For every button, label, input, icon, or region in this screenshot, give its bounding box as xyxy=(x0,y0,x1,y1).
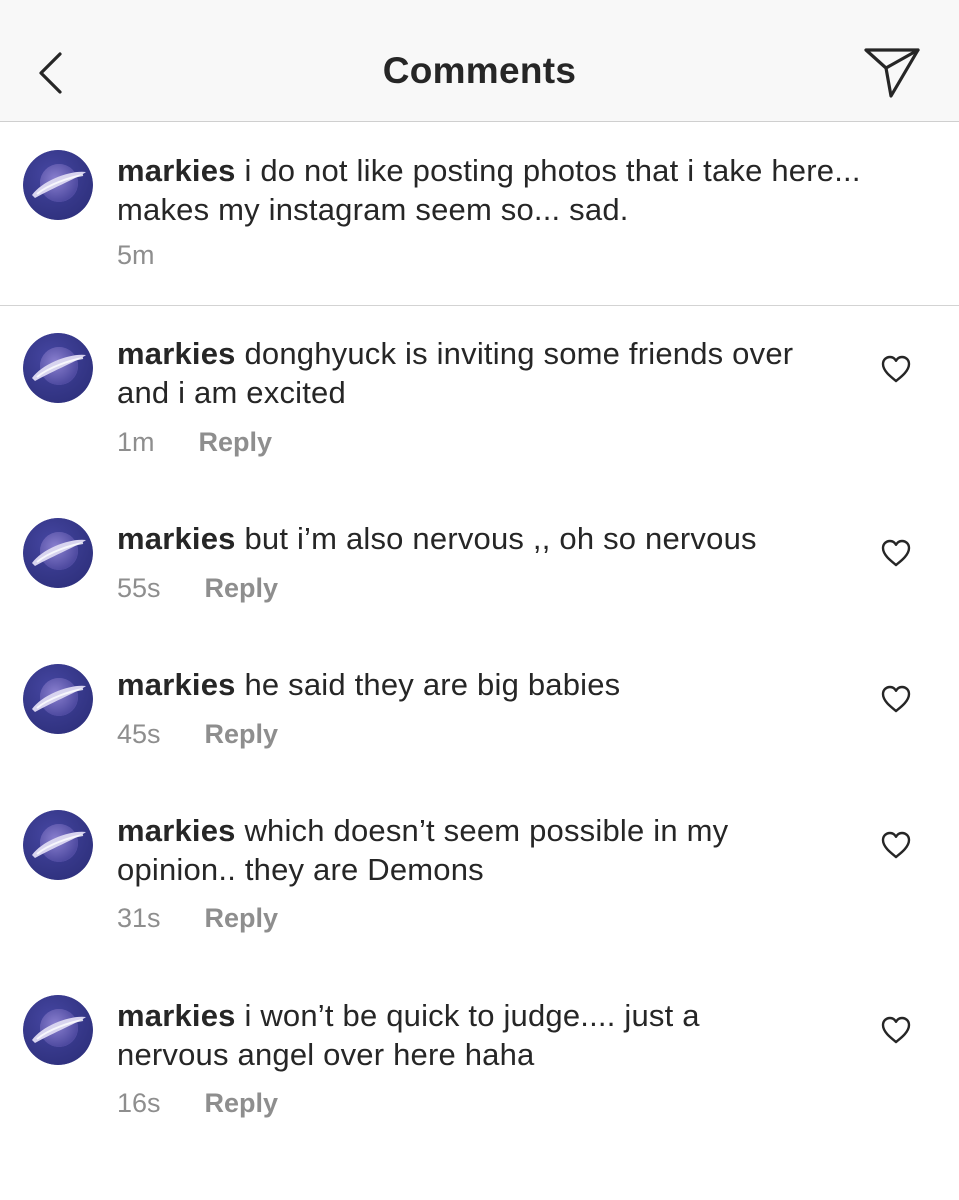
avatar[interactable] xyxy=(23,995,93,1065)
heart-outline-icon[interactable] xyxy=(880,684,912,714)
reply-button[interactable]: Reply xyxy=(199,427,273,457)
reply-button[interactable]: Reply xyxy=(205,573,279,603)
avatar[interactable] xyxy=(23,810,93,880)
reply-button[interactable]: Reply xyxy=(205,903,279,933)
comment-meta: 31s Reply xyxy=(117,903,278,934)
caption-text: markies i do not like posting photos tha… xyxy=(117,152,927,229)
username[interactable]: markies xyxy=(117,813,236,848)
comment-text: markies donghyuck is inviting some frien… xyxy=(117,335,817,412)
comment-text: markies he said they are big babies xyxy=(117,666,817,705)
username[interactable]: markies xyxy=(117,153,236,188)
reply-button[interactable]: Reply xyxy=(205,1088,279,1118)
comment-meta: 1m Reply xyxy=(117,427,272,458)
comment-meta: 55s Reply xyxy=(117,573,278,604)
comment-meta: 45s Reply xyxy=(117,719,278,750)
timestamp: 45s xyxy=(117,719,161,749)
heart-outline-icon[interactable] xyxy=(880,538,912,568)
username[interactable]: markies xyxy=(117,521,236,556)
reply-button[interactable]: Reply xyxy=(205,719,279,749)
timestamp: 55s xyxy=(117,573,161,603)
username[interactable]: markies xyxy=(117,998,236,1033)
heart-outline-icon[interactable] xyxy=(880,1015,912,1045)
avatar[interactable] xyxy=(23,518,93,588)
page-title: Comments xyxy=(382,50,577,91)
avatar[interactable] xyxy=(23,150,93,220)
timestamp: 5m xyxy=(117,240,155,270)
timestamp: 1m xyxy=(117,427,155,457)
share-button[interactable] xyxy=(862,44,922,100)
comment-text: markies but i’m also nervous ,, oh so ne… xyxy=(117,520,817,559)
comment-text: markies i won’t be quick to judge.... ju… xyxy=(117,997,817,1074)
comment-body: but i’m also nervous ,, oh so nervous xyxy=(244,521,757,556)
heart-outline-icon[interactable] xyxy=(880,354,912,384)
username[interactable]: markies xyxy=(117,667,236,702)
comment-body: he said they are big babies xyxy=(244,667,621,702)
paper-plane-icon xyxy=(864,48,920,98)
timestamp: 16s xyxy=(117,1088,161,1118)
comment-meta: 16s Reply xyxy=(117,1088,278,1119)
avatar[interactable] xyxy=(23,333,93,403)
timestamp: 31s xyxy=(117,903,161,933)
heart-outline-icon[interactable] xyxy=(880,830,912,860)
caption-meta: 5m xyxy=(117,240,155,271)
username[interactable]: markies xyxy=(117,336,236,371)
header-bar: Comments xyxy=(0,0,959,122)
post-caption: markies i do not like posting photos tha… xyxy=(0,122,959,306)
avatar[interactable] xyxy=(23,664,93,734)
comment-text: markies which doesn’t seem possible in m… xyxy=(117,812,817,889)
